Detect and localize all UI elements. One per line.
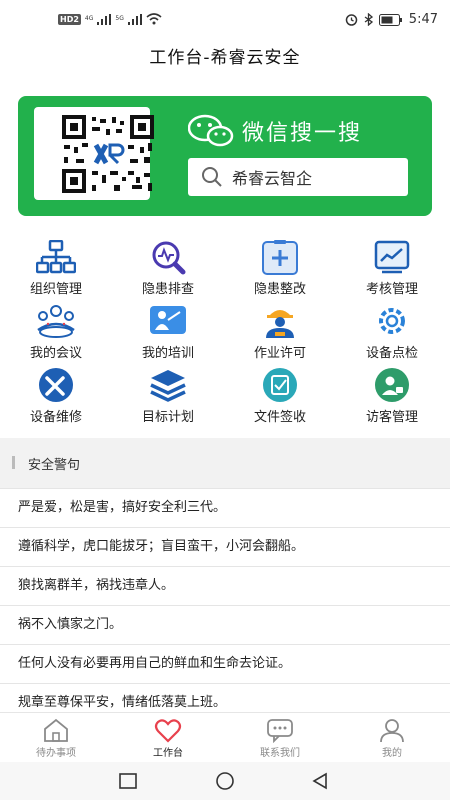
tab-label: 我的 xyxy=(382,748,402,759)
grid-label: 设备维修 xyxy=(29,410,82,425)
page-title: 工作台-希睿云安全 xyxy=(0,40,450,80)
grid-label: 隐患排查 xyxy=(141,282,194,297)
home-icon xyxy=(44,718,68,742)
qr-code-icon xyxy=(62,115,154,193)
battery-icon xyxy=(378,13,402,26)
grid-label: 我的会议 xyxy=(29,346,82,361)
grid-label: 组织管理 xyxy=(29,282,82,297)
grid-label: 作业许可 xyxy=(253,346,306,361)
signal-4g: 4G xyxy=(84,15,94,22)
equipment-repair-icon xyxy=(39,368,73,402)
search-icon xyxy=(202,167,222,187)
grid-item-assessment[interactable]: 考核管理 xyxy=(336,240,448,300)
section-title: 安全警句 xyxy=(28,458,81,473)
grid-label: 我的培训 xyxy=(141,346,194,361)
grid-label: 访客管理 xyxy=(365,410,418,425)
tab-label: 联系我们 xyxy=(260,748,300,759)
grid-label: 考核管理 xyxy=(365,282,418,297)
grid-item-target-plan[interactable]: 目标计划 xyxy=(112,368,224,428)
work-permit-icon xyxy=(266,310,294,338)
list-item[interactable]: 规章至尊保平安，情绪低落莫上班。 xyxy=(0,683,450,712)
org-chart-icon xyxy=(36,240,76,274)
slogan-list: 严是爱，松是害，搞好安全利三代。 遵循科学，虎口能拔牙；盲目蛮干，小河会翻船。 … xyxy=(0,488,450,712)
tab-me[interactable]: 我的 xyxy=(336,713,448,763)
hd-badge: HD2 xyxy=(58,13,81,25)
grid-label: 文件签收 xyxy=(253,410,306,425)
tab-todo[interactable]: 待办事项 xyxy=(0,713,112,763)
wechat-banner[interactable]: 微信搜一搜 希睿云智企 xyxy=(18,96,432,216)
signal-icon-2 xyxy=(127,13,142,25)
signal-5g: 5G xyxy=(115,15,124,22)
grid-label: 隐患整改 xyxy=(253,282,306,297)
wechat-search-label: 微信搜一搜 xyxy=(242,121,363,146)
list-item[interactable]: 祸不入慎家之门。 xyxy=(0,605,450,644)
user-icon xyxy=(380,719,404,743)
meeting-icon xyxy=(37,305,75,338)
tab-label: 待办事项 xyxy=(36,748,76,759)
clock: 5:47 xyxy=(408,12,438,27)
tab-label: 工作台 xyxy=(153,748,183,759)
wechat-icon xyxy=(188,114,234,147)
signal-icon xyxy=(97,13,112,25)
grid-item-equipment-check[interactable]: 设备点检 xyxy=(336,304,448,364)
grid-item-org[interactable]: 组织管理 xyxy=(0,240,112,300)
search-text: 希睿云智企 xyxy=(232,169,313,188)
qr-code xyxy=(34,107,154,200)
grid-item-work-permit[interactable]: 作业许可 xyxy=(224,304,336,364)
main-content: 微信搜一搜 希睿云智企 组织管理 隐患排查 隐患整改 考核管理 我的会议 我的培… xyxy=(0,80,450,712)
grid-item-visitor[interactable]: 访客管理 xyxy=(336,368,448,428)
grid-item-file-sign[interactable]: 文件签收 xyxy=(224,368,336,428)
grid-label: 目标计划 xyxy=(141,410,194,425)
home-button-icon[interactable] xyxy=(214,771,236,791)
hazard-fix-icon xyxy=(262,240,298,275)
recent-apps-icon[interactable] xyxy=(119,773,137,789)
heart-icon xyxy=(154,719,182,743)
grid-item-training[interactable]: 我的培训 xyxy=(112,304,224,364)
assessment-icon xyxy=(374,240,410,274)
list-item[interactable]: 严是爱，松是害，搞好安全利三代。 xyxy=(0,488,450,527)
wifi-icon xyxy=(146,13,162,25)
wechat-search-box[interactable]: 希睿云智企 xyxy=(188,158,408,196)
system-nav-bar xyxy=(0,762,450,800)
grid-item-hazard-inspect[interactable]: 隐患排查 xyxy=(112,240,224,300)
grid-item-meeting[interactable]: 我的会议 xyxy=(0,304,112,364)
visitor-icon xyxy=(375,368,409,402)
back-icon[interactable] xyxy=(311,772,329,790)
chat-icon xyxy=(267,719,293,743)
bluetooth-icon xyxy=(364,13,373,26)
alarm-icon xyxy=(345,14,358,26)
target-plan-icon xyxy=(150,370,186,402)
list-item[interactable]: 狼找离群羊，祸找违章人。 xyxy=(0,566,450,605)
list-item[interactable]: 任何人没有必要再用自己的鲜血和生命去论证。 xyxy=(0,644,450,683)
grid-label: 设备点检 xyxy=(365,346,418,361)
list-item[interactable]: 遵循科学，虎口能拔牙；盲目蛮干，小河会翻船。 xyxy=(0,527,450,566)
training-icon xyxy=(150,306,186,334)
grid-item-equipment-repair[interactable]: 设备维修 xyxy=(0,368,112,428)
file-sign-icon xyxy=(263,368,297,402)
equipment-check-icon xyxy=(379,308,405,334)
grid-item-hazard-fix[interactable]: 隐患整改 xyxy=(224,240,336,300)
tab-workbench[interactable]: 工作台 xyxy=(112,713,224,763)
hazard-inspect-icon xyxy=(152,241,186,275)
tab-contact[interactable]: 联系我们 xyxy=(224,713,336,763)
bottom-tab-bar: 待办事项 工作台 联系我们 我的 xyxy=(0,712,450,762)
status-bar: HD2 4G 5G 5:47 xyxy=(0,0,450,40)
